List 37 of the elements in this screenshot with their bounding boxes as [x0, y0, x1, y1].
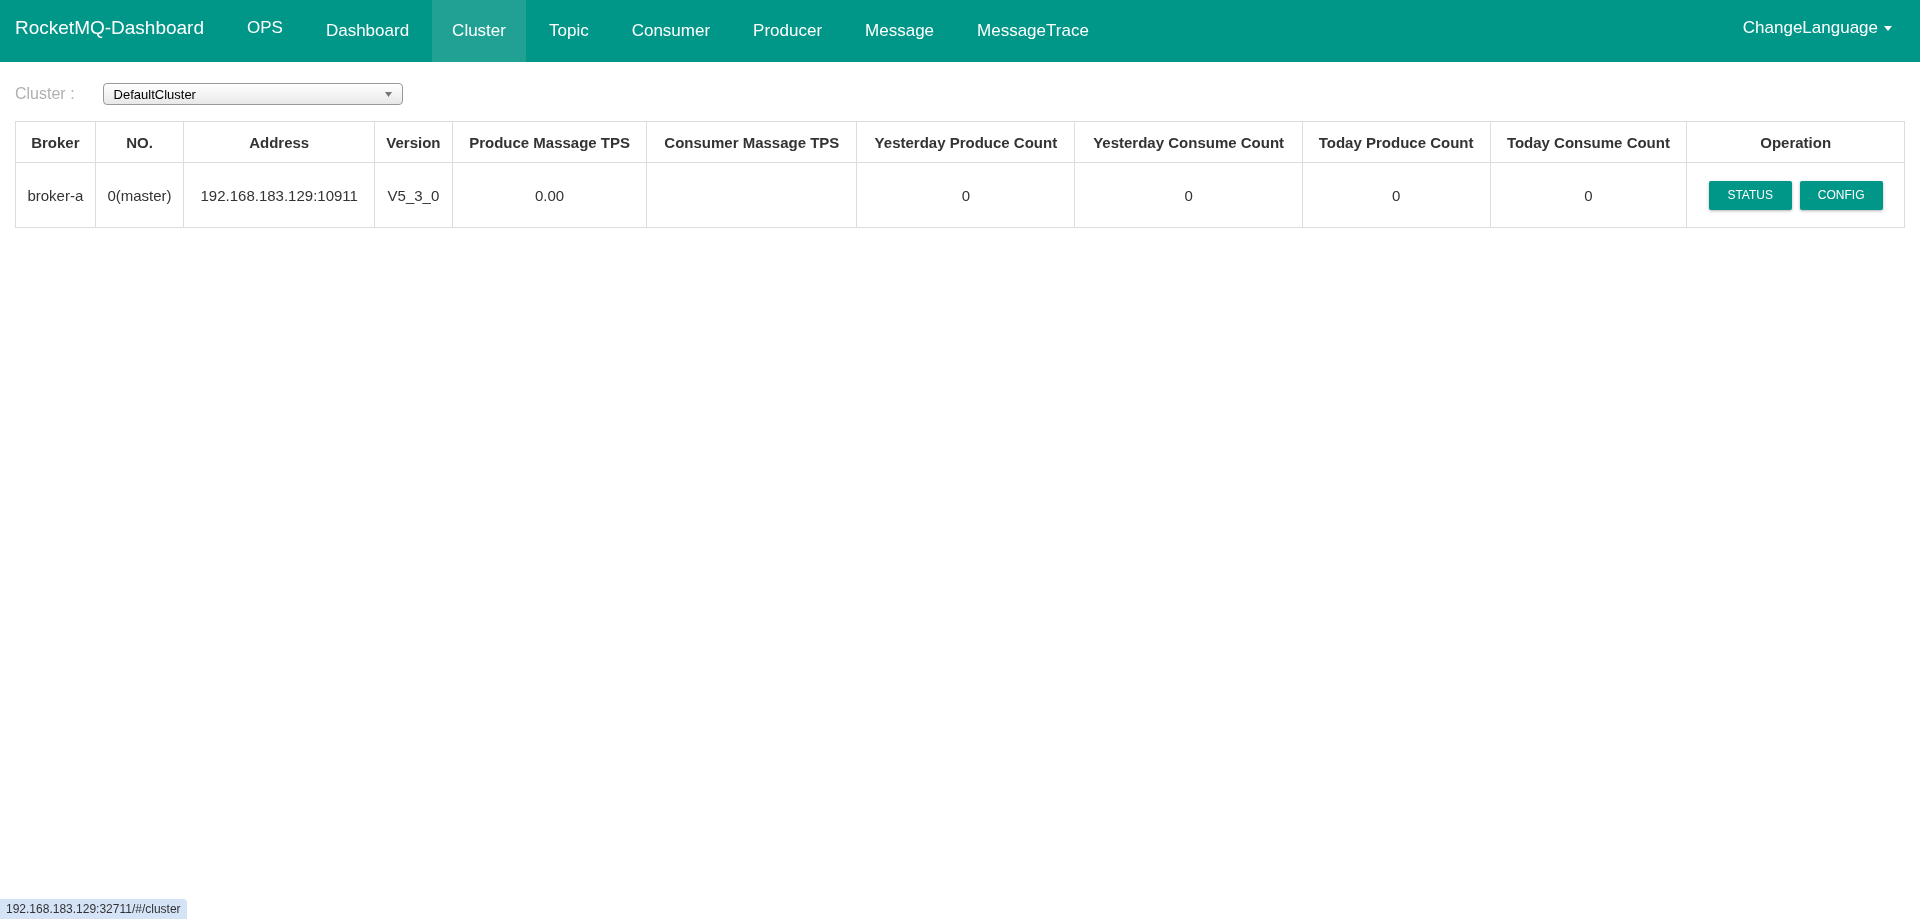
- table-cell: 0: [1490, 162, 1687, 228]
- operation-button[interactable]: CONFIG: [1799, 180, 1883, 210]
- table-cell: 0: [856, 162, 1075, 228]
- column-header: NO.: [95, 121, 184, 163]
- column-header: Yesterday Produce Count: [856, 121, 1075, 163]
- cluster-select[interactable]: DefaultCluster: [102, 83, 403, 105]
- status-bar-url: 192.168.183.129:32711/#/cluster: [0, 899, 187, 919]
- table-cell: 0: [1302, 162, 1490, 228]
- table-cell: broker-a: [15, 162, 96, 228]
- nav-tab[interactable]: Topic: [528, 0, 609, 62]
- column-header: Operation: [1686, 121, 1905, 163]
- language-menu[interactable]: ChangeLanguage: [1742, 18, 1892, 38]
- table-cell: 0.00: [452, 162, 647, 228]
- column-header: Today Consume Count: [1490, 121, 1687, 163]
- column-header: Yesterday Consume Count: [1075, 121, 1303, 163]
- cluster-label: Cluster :: [15, 85, 75, 103]
- table-cell: 192.168.183.129:10911: [183, 162, 375, 228]
- nav-tab[interactable]: OPS: [227, 0, 303, 59]
- column-header: Version: [374, 121, 453, 163]
- nav-tab[interactable]: Message: [845, 0, 955, 62]
- column-header: Produce Massage TPS: [452, 121, 647, 163]
- nav-tab[interactable]: MessageTrace: [957, 0, 1109, 62]
- column-header: Address: [183, 121, 375, 163]
- table-cell: V5_3_0: [374, 162, 453, 228]
- nav-tab[interactable]: Cluster: [432, 0, 526, 62]
- table-cell: 0: [1075, 162, 1303, 228]
- dropdown-caret-icon: [384, 91, 392, 97]
- column-header: Consumer Massage TPS: [646, 121, 857, 163]
- brand-title[interactable]: RocketMQ-Dashboard: [0, 17, 220, 39]
- column-header: Broker: [15, 121, 96, 163]
- nav-tab[interactable]: Producer: [733, 0, 843, 62]
- operation-button[interactable]: STATUS: [1708, 180, 1792, 210]
- table-cell: 0(master): [95, 162, 184, 228]
- nav-tab[interactable]: Dashboard: [305, 0, 430, 62]
- column-header: Today Produce Count: [1302, 121, 1490, 163]
- caret-icon: [1884, 25, 1892, 31]
- nav-tab[interactable]: Consumer: [611, 0, 731, 62]
